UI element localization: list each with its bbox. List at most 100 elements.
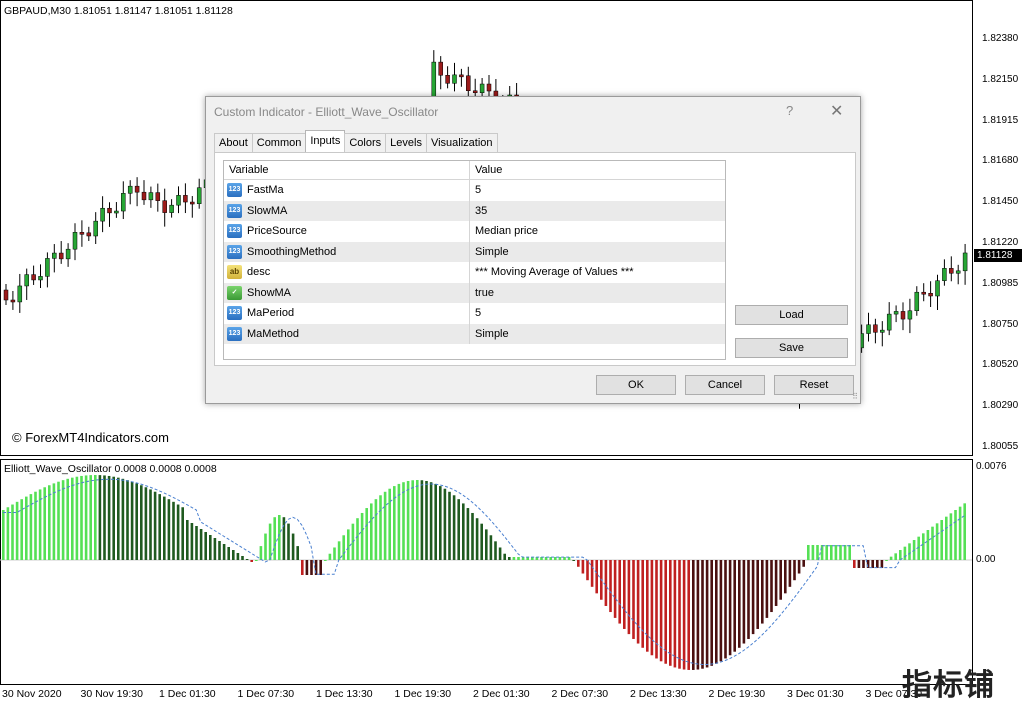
table-row[interactable]: ✓ ShowMA true bbox=[224, 282, 725, 303]
reset-button[interactable]: Reset bbox=[774, 375, 854, 395]
oscillator-bar bbox=[646, 560, 649, 652]
value-cell[interactable]: 5 bbox=[470, 307, 481, 319]
table-row[interactable]: 123 PriceSource Median price bbox=[224, 221, 725, 242]
oscillator-bar bbox=[811, 545, 815, 560]
oscillator-bar bbox=[742, 560, 746, 644]
candle-body bbox=[72, 232, 78, 250]
price-tick: 1.80290 bbox=[982, 400, 1019, 412]
value-cell[interactable]: 5 bbox=[470, 184, 481, 196]
variable-cell: 123 MaPeriod bbox=[224, 303, 470, 324]
oscillator-bar bbox=[779, 560, 782, 600]
candle-body bbox=[949, 268, 954, 274]
oscillator-bar bbox=[485, 529, 488, 560]
oscillator-bar bbox=[222, 544, 226, 560]
variable-name: SlowMA bbox=[247, 204, 288, 217]
oscillator-bar bbox=[383, 491, 387, 560]
table-row[interactable]: 123 MaMethod Simple bbox=[224, 323, 725, 344]
variable-name: SmoothingMethod bbox=[247, 245, 337, 258]
value-cell[interactable]: true bbox=[470, 287, 494, 299]
tab-colors[interactable]: Colors bbox=[344, 133, 387, 152]
oscillator-bar bbox=[710, 560, 713, 666]
price-tick: 1.81680 bbox=[982, 155, 1019, 167]
oscillator-bar bbox=[149, 489, 152, 560]
value-cell[interactable]: Simple bbox=[470, 246, 509, 258]
oscillator-bar bbox=[80, 475, 83, 560]
bool-param-icon: ✓ bbox=[227, 285, 242, 300]
oscillator-bar bbox=[466, 508, 470, 560]
candle-body bbox=[45, 258, 50, 277]
oscillator-bar bbox=[89, 475, 92, 560]
value-cell[interactable]: Simple bbox=[470, 328, 509, 340]
table-row[interactable]: ab desc *** Moving Average of Values *** bbox=[224, 262, 725, 283]
oscillator-bar bbox=[112, 476, 115, 560]
column-value: Value bbox=[475, 164, 503, 176]
oscillator-bar bbox=[66, 478, 69, 560]
candle-body bbox=[183, 195, 188, 203]
load-button[interactable]: Load bbox=[735, 305, 848, 325]
number-param-icon: 123 bbox=[227, 183, 242, 198]
time-tick: 2 Dec 13:30 bbox=[630, 688, 687, 700]
table-row[interactable]: 123 FastMa 5 bbox=[224, 180, 725, 201]
oscillator-bar bbox=[328, 553, 332, 560]
resize-grip-icon[interactable]: ⠿ bbox=[852, 392, 858, 401]
variable-name: ShowMA bbox=[247, 286, 292, 299]
oscillator-bar bbox=[682, 560, 686, 670]
candle-body bbox=[79, 232, 85, 235]
cancel-button[interactable]: Cancel bbox=[685, 375, 765, 395]
value-cell[interactable]: Median price bbox=[470, 225, 538, 237]
tab-common[interactable]: Common bbox=[251, 133, 307, 152]
candle-body bbox=[3, 289, 9, 301]
value-cell[interactable]: *** Moving Average of Values *** bbox=[470, 266, 634, 278]
candle-body bbox=[38, 276, 43, 281]
oscillator-bar bbox=[489, 535, 493, 560]
oscillator-bar bbox=[153, 491, 157, 560]
table-row[interactable]: 123 SmoothingMethod Simple bbox=[224, 241, 725, 262]
oscillator-bar bbox=[319, 560, 322, 575]
number-param-icon: 123 bbox=[227, 306, 242, 321]
help-icon[interactable]: ? bbox=[786, 103, 793, 118]
candle-body bbox=[459, 74, 464, 78]
candle-body bbox=[942, 268, 947, 281]
oscillator-bar bbox=[701, 560, 704, 669]
candle-body bbox=[31, 274, 36, 281]
close-icon[interactable]: ✕ bbox=[830, 101, 843, 121]
oscillator-bar bbox=[586, 560, 589, 581]
tab-inputs[interactable]: Inputs bbox=[305, 130, 346, 152]
oscillator-bar bbox=[204, 532, 207, 560]
oscillator-bar bbox=[75, 476, 79, 560]
oscillator-bar bbox=[199, 529, 203, 560]
candle-body bbox=[196, 187, 202, 204]
variable-cell: 123 SlowMA bbox=[224, 200, 470, 221]
oscillator-bar bbox=[816, 545, 819, 560]
oscillator-bar bbox=[140, 485, 143, 560]
tab-visualization[interactable]: Visualization bbox=[425, 133, 498, 152]
oscillator-bar bbox=[370, 503, 373, 560]
oscillator-bar bbox=[291, 533, 295, 560]
candle-body bbox=[190, 201, 195, 205]
string-param-icon: ab bbox=[227, 265, 242, 280]
oscillator-bar bbox=[356, 518, 359, 560]
table-row[interactable]: 123 MaPeriod 5 bbox=[224, 303, 725, 324]
candle-body bbox=[127, 185, 133, 194]
variable-cell: 123 PriceSource bbox=[224, 221, 470, 242]
oscillator-bar bbox=[618, 560, 621, 624]
candle-body bbox=[169, 204, 174, 213]
table-row[interactable]: 123 SlowMA 35 bbox=[224, 200, 725, 221]
tab-about[interactable]: About bbox=[214, 133, 253, 152]
oscillator-bar bbox=[135, 483, 138, 560]
tab-levels[interactable]: Levels bbox=[385, 133, 427, 152]
oscillator-bar bbox=[871, 560, 874, 568]
candle-body bbox=[438, 61, 443, 76]
oscillator-bar bbox=[57, 481, 60, 560]
ok-button[interactable]: OK bbox=[596, 375, 676, 395]
candle-body bbox=[935, 280, 940, 297]
oscillator-bar bbox=[259, 546, 263, 560]
candle-body bbox=[10, 299, 16, 303]
save-button[interactable]: Save bbox=[735, 338, 848, 358]
indicator-header: Elliott_Wave_Oscillator 0.0008 0.0008 0.… bbox=[4, 463, 217, 475]
oscillator-bar bbox=[609, 560, 612, 613]
candle-body bbox=[914, 291, 920, 312]
oscillator-bar bbox=[6, 507, 10, 560]
value-cell[interactable]: 35 bbox=[470, 205, 487, 217]
oscillator-bar bbox=[825, 545, 828, 560]
